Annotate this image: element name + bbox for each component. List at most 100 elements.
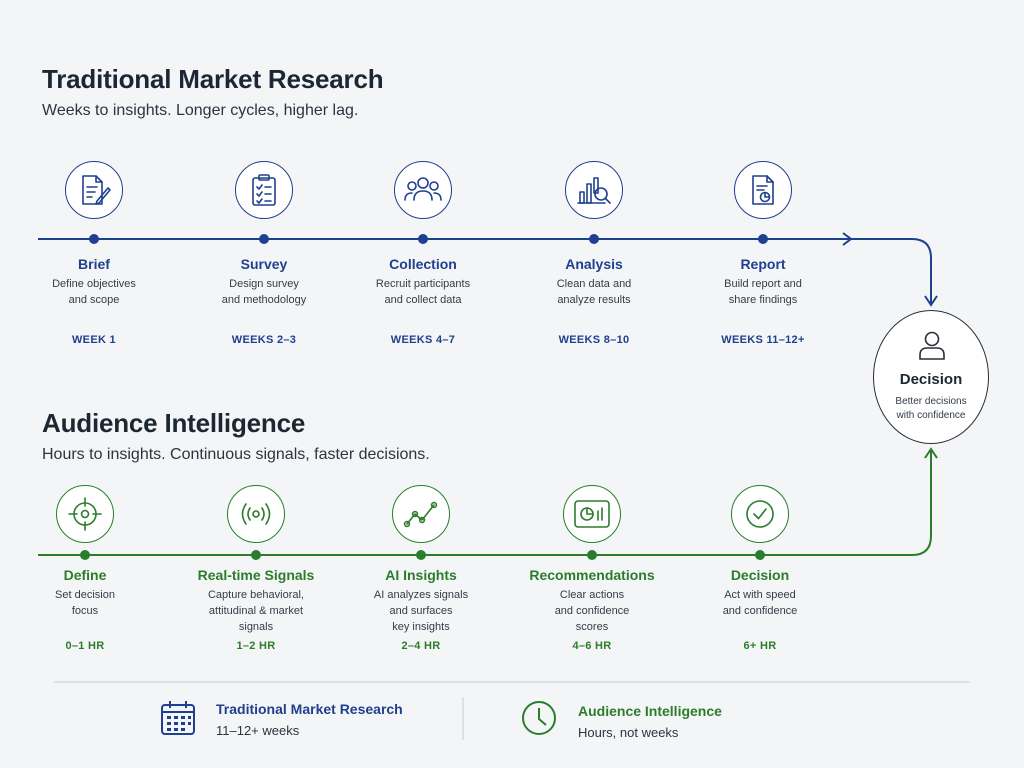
step-time: 0–1 HR (65, 640, 105, 652)
step-description-line: scores (575, 621, 609, 633)
step-description-line: and scope (68, 294, 120, 306)
step-time: 4–6 HR (572, 640, 612, 652)
report-pie-icon (746, 173, 780, 207)
legend-audience-title: Audience Intelligence (578, 703, 722, 719)
traditional-step: Survey Design survey and methodology WEEKS … (179, 256, 349, 346)
step-description-line: and confidence (722, 605, 798, 617)
step-name: Define (63, 567, 107, 583)
legend-audience: Audience Intelligence Hours, not weeks (578, 703, 722, 740)
step-description-line: share findings (728, 294, 798, 306)
timeline-connectors (38, 232, 970, 740)
target-crosshair-icon (67, 496, 103, 532)
traditional-step-icon-circle (235, 161, 293, 219)
step-description: Set decision focus (0, 587, 170, 619)
clipboard-checklist-icon (247, 173, 281, 207)
audience-step: Recommendations Clear actions and confiden… (507, 567, 677, 652)
traditional-step: Report Build report and share findings WEEK… (678, 256, 848, 346)
trend-line-icon (403, 497, 439, 531)
audience-step-icon-circle (56, 485, 114, 543)
audience-step: Decision Act with speed and confidence 6+ H… (675, 567, 845, 652)
step-name: AI Insights (385, 567, 457, 583)
step-description-line: Clean data and (556, 278, 632, 290)
audience-step-icon-circle (392, 485, 450, 543)
traditional-timeline-dot (758, 234, 768, 244)
traditional-step-icon-circle (65, 161, 123, 219)
step-description: Define objectives and scope (9, 276, 179, 308)
step-description-line: Define objectives (52, 278, 136, 290)
person-icon (918, 329, 946, 366)
step-time: WEEKS 4–7 (390, 334, 456, 346)
traditional-step: Collection Recruit participants and collec… (338, 256, 508, 346)
check-circle-icon (743, 497, 777, 531)
step-description-line: Build report and (724, 278, 802, 290)
step-description-line: Recruit participants (375, 278, 471, 290)
step-description-line: key insights (392, 621, 450, 633)
audience-connector-up (911, 450, 932, 556)
step-description: Build report and share findings (678, 276, 848, 308)
decision-title: Decision (899, 371, 963, 388)
step-time: 1–2 HR (236, 640, 276, 652)
decision-node: Decision Better decisions with confidenc… (873, 310, 989, 444)
calendar-icon (160, 700, 196, 741)
traditional-step: Analysis Clean data and analyze results WEE… (509, 256, 679, 346)
traditional-timeline-dot (259, 234, 269, 244)
traditional-step-icon-circle (565, 161, 623, 219)
audience-timeline-dot (755, 550, 765, 560)
audience-step-icon-circle (563, 485, 621, 543)
step-description-line: Act with speed (724, 589, 796, 601)
step-time: WEEKS 8–10 (558, 334, 630, 346)
step-description: Clean data and analyze results (509, 276, 679, 308)
step-name: Collection (389, 256, 457, 272)
traditional-connector-down (911, 238, 932, 304)
step-description-line: Set decision (55, 589, 115, 601)
step-name: Real-time Signals (197, 567, 315, 583)
traditional-timeline-dot (418, 234, 428, 244)
step-time: 6+ HR (743, 640, 777, 652)
traditional-step-icon-circle (734, 161, 792, 219)
step-description-line: Clear actions (559, 589, 625, 601)
chart-magnifier-icon (575, 173, 613, 207)
people-group-icon (403, 173, 443, 207)
audience-step: AI Insights AI analyzes signals and surfac… (336, 567, 506, 652)
audience-step-icon-circle (227, 485, 285, 543)
step-time: WEEK 1 (72, 334, 116, 346)
step-description: Recruit participants and collect data (338, 276, 508, 308)
audience-step: Define Set decision focus 0–1 HR (0, 567, 170, 652)
step-description-line: AI analyzes signals (373, 589, 469, 601)
traditional-step-icon-circle (394, 161, 452, 219)
step-name: Survey (240, 256, 288, 272)
step-description: Clear actions and confidence scores (507, 587, 677, 635)
traditional-timeline-dot (89, 234, 99, 244)
broadcast-signal-icon (236, 497, 276, 531)
step-description-line: and surfaces (389, 605, 453, 617)
step-description-line: signals (238, 621, 274, 633)
step-description-line: Capture behavioral, (207, 589, 304, 601)
step-name: Report (740, 256, 786, 272)
traditional-timeline-dot (589, 234, 599, 244)
legend-audience-value: Hours, not weeks (578, 725, 679, 740)
audience-step: Real-time Signals Capture behavioral, atti… (171, 567, 341, 652)
step-description-line: and collect data (384, 294, 462, 306)
audience-step-icon-circle (731, 485, 789, 543)
audience-timeline-dot (416, 550, 426, 560)
step-name: Analysis (565, 256, 623, 272)
step-description-line: analyze results (557, 294, 631, 306)
step-description-line: and methodology (221, 294, 307, 306)
document-pen-icon (77, 173, 111, 207)
step-time: 2–4 HR (401, 640, 441, 652)
audience-timeline-dot (587, 550, 597, 560)
step-time: WEEKS 2–3 (231, 334, 297, 346)
step-name: Recommendations (529, 567, 655, 583)
step-description: Act with speed and confidence (675, 587, 845, 619)
clock-icon (521, 700, 557, 741)
step-name: Decision (730, 567, 790, 583)
dashboard-icon (572, 497, 612, 531)
step-name: Brief (78, 256, 110, 272)
traditional-step: Brief Define objectives and scope WEEK 1 (9, 256, 179, 346)
audience-timeline-dot (251, 550, 261, 560)
legend-traditional-value: 11–12+ weeks (216, 723, 300, 738)
audience-timeline-dot (80, 550, 90, 560)
step-description-line: focus (71, 605, 99, 617)
step-description: Design survey and methodology (179, 276, 349, 308)
legend-traditional-title: Traditional Market Research (216, 701, 403, 717)
